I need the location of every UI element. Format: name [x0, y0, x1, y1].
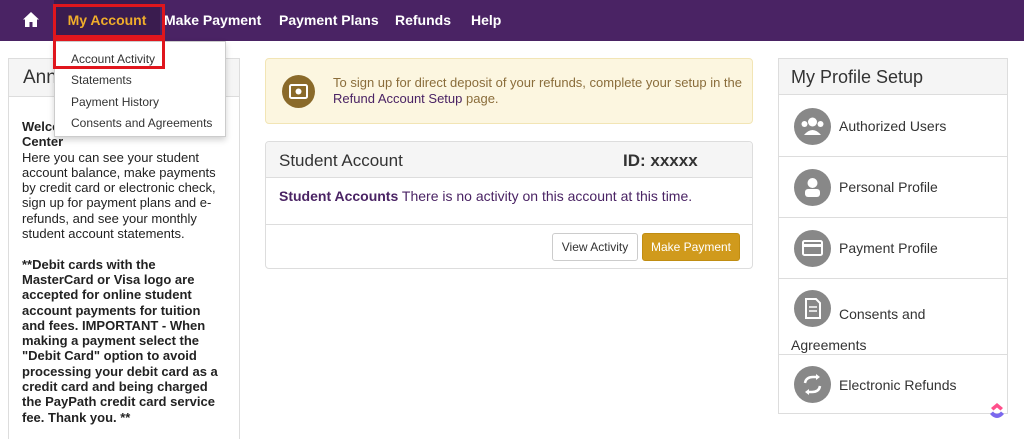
home-icon[interactable]: [22, 11, 40, 29]
view-activity-button[interactable]: View Activity: [552, 233, 638, 261]
student-account-card: Student Account ID: xxxxx Student Accoun…: [265, 141, 753, 269]
profile-setup-panel: My Profile Setup Authorized Users Person…: [778, 58, 1008, 414]
refund-account-setup-link[interactable]: Refund Account Setup: [333, 91, 462, 106]
nav-make-payment[interactable]: Make Payment: [164, 0, 261, 41]
account-title: Student Account: [279, 151, 403, 170]
profile-item-label: Electronic Refunds: [839, 377, 957, 393]
refresh-icon: [794, 366, 831, 403]
person-icon: [794, 169, 831, 206]
profile-item-label: Payment Profile: [839, 240, 938, 256]
dropdown-item-statements[interactable]: Statements: [71, 73, 132, 87]
users-icon: [794, 108, 831, 145]
nav-refunds[interactable]: Refunds: [395, 0, 451, 41]
profile-setup-title: My Profile Setup: [779, 59, 1007, 95]
profile-item-payment-profile[interactable]: Payment Profile: [779, 218, 1007, 279]
dropdown-item-consents[interactable]: Consents and Agreements: [71, 116, 212, 130]
announcements-body: Welcome to the Student Account Center He…: [9, 97, 239, 425]
account-id: ID: xxxxx: [623, 151, 698, 170]
make-payment-button[interactable]: Make Payment: [642, 233, 740, 261]
refund-notice: To sign up for direct deposit of your re…: [265, 58, 753, 124]
account-message: Student Accounts There is no activity on…: [279, 188, 693, 204]
profile-item-consents[interactable]: Consents and Agreements: [779, 279, 1007, 355]
notice-text: To sign up for direct deposit of your re…: [333, 75, 743, 106]
highlight-my-account: [53, 4, 165, 38]
profile-item-label: Consents and Agreements: [791, 306, 926, 353]
profile-item-label: Personal Profile: [839, 179, 938, 195]
cash-icon: [282, 75, 315, 108]
nav-payment-plans[interactable]: Payment Plans: [279, 0, 379, 41]
account-header: Student Account ID: xxxxx: [266, 142, 752, 178]
nav-help[interactable]: Help: [471, 0, 501, 41]
profile-item-personal-profile[interactable]: Personal Profile: [779, 157, 1007, 218]
dropdown-item-payment-history[interactable]: Payment History: [71, 95, 159, 109]
profile-item-electronic-refunds[interactable]: Electronic Refunds: [779, 355, 1007, 414]
profile-item-authorized-users[interactable]: Authorized Users: [779, 96, 1007, 157]
profile-item-label: Authorized Users: [839, 118, 947, 134]
welcome-text: Here you can see your student account ba…: [22, 149, 216, 242]
highlight-account-activity: [53, 38, 165, 69]
clickup-icon[interactable]: [986, 400, 1008, 422]
credit-card-icon: [794, 230, 831, 267]
debit-note: **Debit cards with the MasterCard or Vis…: [22, 256, 218, 425]
account-divider: [266, 224, 752, 225]
